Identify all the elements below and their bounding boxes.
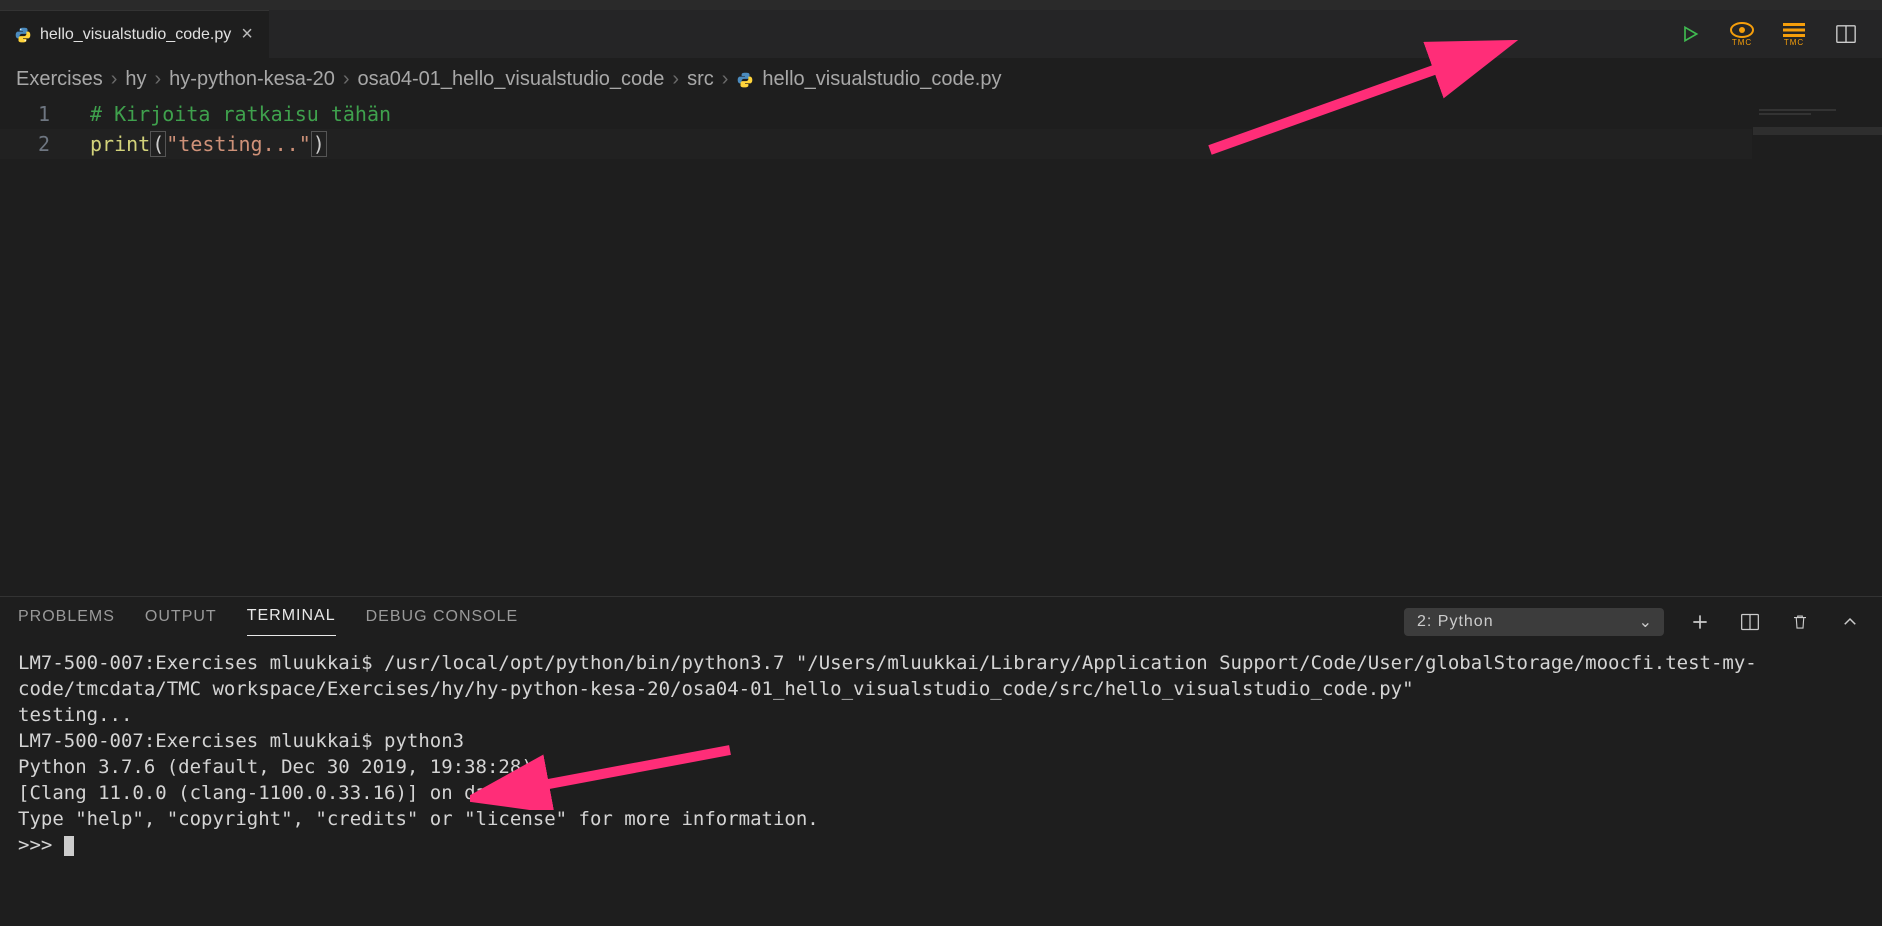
code-bracket: ) bbox=[311, 131, 327, 157]
bottom-panel: PROBLEMS OUTPUT TERMINAL DEBUG CONSOLE 2… bbox=[0, 596, 1882, 926]
tab-terminal[interactable]: TERMINAL bbox=[247, 607, 336, 636]
terminal-line: Type "help", "copyright", "credits" or "… bbox=[18, 808, 819, 830]
window-titlebar bbox=[0, 0, 1882, 10]
terminal-line: LM7-500-007:Exercises mluukkai$ /usr/loc… bbox=[18, 652, 1757, 700]
panel-tabbar: PROBLEMS OUTPUT TERMINAL DEBUG CONSOLE 2… bbox=[0, 597, 1882, 636]
split-editor-icon[interactable] bbox=[1832, 20, 1860, 48]
maximize-panel-icon[interactable] bbox=[1836, 608, 1864, 636]
terminal-selector[interactable]: 2: Python ⌄ bbox=[1404, 608, 1664, 636]
terminal-output[interactable]: LM7-500-007:Exercises mluukkai$ /usr/loc… bbox=[0, 636, 1882, 926]
breadcrumb-item[interactable]: hello_visualstudio_code.py bbox=[762, 68, 1001, 91]
run-icon[interactable] bbox=[1676, 20, 1704, 48]
python-file-icon bbox=[736, 71, 754, 89]
chevron-right-icon: › bbox=[343, 68, 350, 91]
editor-tabbar: hello_visualstudio_code.py × TMC TMC bbox=[0, 10, 1882, 58]
breadcrumb-item[interactable]: hy bbox=[125, 68, 146, 91]
breadcrumb[interactable]: Exercises › hy › hy-python-kesa-20 › osa… bbox=[0, 58, 1882, 99]
terminal-line: [Clang 11.0.0 (clang-1100.0.33.16)] on d… bbox=[18, 782, 533, 804]
tmc-label: TMC bbox=[1732, 38, 1752, 47]
tab-filename: hello_visualstudio_code.py bbox=[40, 26, 231, 44]
line-number-gutter: 1 2 bbox=[0, 99, 70, 159]
new-terminal-icon[interactable] bbox=[1686, 608, 1714, 636]
chevron-right-icon: › bbox=[672, 68, 679, 91]
chevron-down-icon: ⌄ bbox=[1639, 612, 1653, 632]
tmc-eye-icon[interactable]: TMC bbox=[1728, 20, 1756, 48]
kill-terminal-icon[interactable] bbox=[1786, 608, 1814, 636]
python-file-icon bbox=[14, 26, 32, 44]
code-string: "testing..." bbox=[166, 132, 311, 156]
breadcrumb-item[interactable]: Exercises bbox=[16, 68, 103, 91]
terminal-selector-value: 2: Python bbox=[1417, 613, 1494, 631]
tab-debug-console[interactable]: DEBUG CONSOLE bbox=[366, 608, 519, 636]
code-bracket: ( bbox=[150, 131, 166, 157]
breadcrumb-item[interactable]: src bbox=[687, 68, 714, 91]
minimap[interactable] bbox=[1752, 99, 1882, 596]
tmc-menu-icon[interactable]: TMC bbox=[1780, 20, 1808, 48]
code-function: print bbox=[90, 132, 150, 156]
editor-area: 1 2 # Kirjoita ratkaisu tähän print("tes… bbox=[0, 99, 1882, 596]
chevron-right-icon: › bbox=[111, 68, 118, 91]
terminal-line: Python 3.7.6 (default, Dec 30 2019, 19:3… bbox=[18, 756, 533, 778]
breadcrumb-item[interactable]: hy-python-kesa-20 bbox=[169, 68, 335, 91]
terminal-line: LM7-500-007:Exercises mluukkai$ python3 bbox=[18, 730, 464, 752]
terminal-line: testing... bbox=[18, 704, 132, 726]
tab-problems[interactable]: PROBLEMS bbox=[18, 608, 115, 636]
terminal-cursor bbox=[64, 836, 74, 856]
code-content[interactable]: # Kirjoita ratkaisu tähän print("testing… bbox=[90, 99, 1752, 159]
editor-tab-active[interactable]: hello_visualstudio_code.py × bbox=[0, 10, 269, 58]
code-editor[interactable]: 1 2 # Kirjoita ratkaisu tähän print("tes… bbox=[0, 99, 1752, 596]
terminal-prompt: >>> bbox=[18, 834, 64, 856]
tmc-label-2: TMC bbox=[1784, 38, 1804, 47]
breadcrumb-item[interactable]: osa04-01_hello_visualstudio_code bbox=[358, 68, 665, 91]
code-comment: # Kirjoita ratkaisu tähän bbox=[90, 102, 391, 126]
tab-output[interactable]: OUTPUT bbox=[145, 608, 217, 636]
tab-close-icon[interactable]: × bbox=[239, 23, 255, 46]
split-terminal-icon[interactable] bbox=[1736, 608, 1764, 636]
chevron-right-icon: › bbox=[722, 68, 729, 91]
editor-actions: TMC TMC bbox=[1676, 10, 1872, 58]
line-number: 2 bbox=[0, 129, 50, 159]
line-number: 1 bbox=[0, 99, 50, 129]
chevron-right-icon: › bbox=[155, 68, 162, 91]
